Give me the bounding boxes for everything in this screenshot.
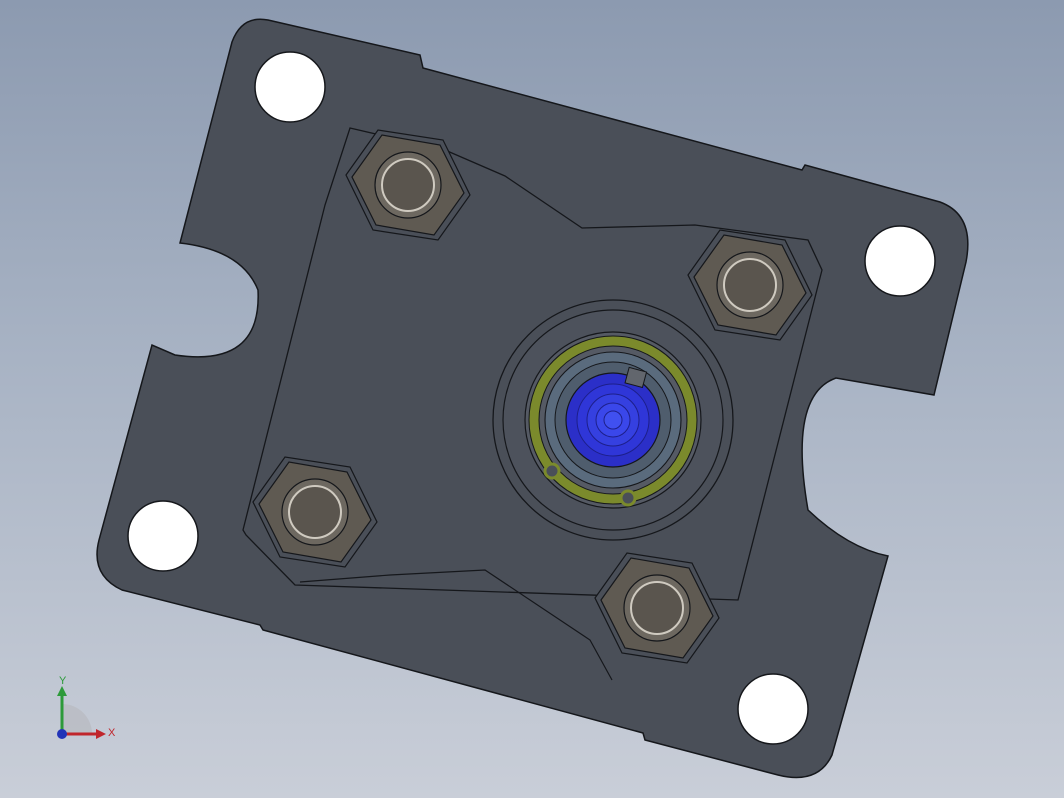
x-axis-label: X [108,727,116,739]
cad-model-view[interactable] [0,0,1064,798]
y-axis-label: Y [59,675,67,687]
mounting-hole [737,673,809,745]
z-axis [57,729,67,739]
shaft-assembly[interactable] [492,299,734,541]
mounting-hole [127,500,199,572]
coordinate-triad: Y X [40,672,130,752]
retaining-ring-eye [619,489,637,507]
retaining-ring-eye [543,462,561,480]
graphics-viewport[interactable]: Y X [0,0,1064,798]
mounting-hole [864,225,936,297]
mounting-hole [254,51,326,123]
